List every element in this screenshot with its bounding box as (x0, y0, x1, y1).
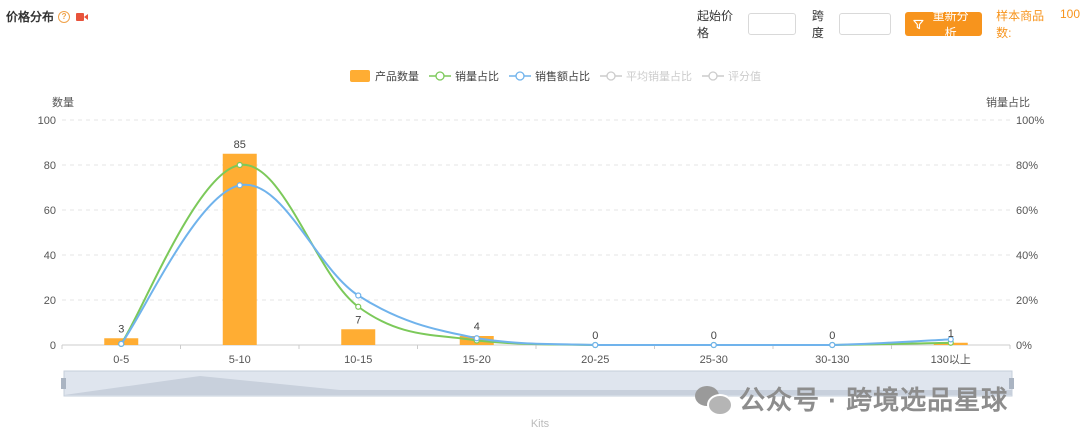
price-distribution-chart: 产品数量 销量占比 销售额占比 平均销量占比 评分值 0204060801000%20%… (38, 69, 1045, 430)
y2-tick-label: 20% (1016, 295, 1038, 307)
legend-marker (515, 71, 525, 81)
bar-value-label: 0 (711, 330, 717, 342)
y2-tick-label: 40% (1016, 250, 1038, 262)
legend-label: 销售额占比 (535, 69, 590, 83)
y-tick-label: 100 (38, 115, 56, 127)
x-tick-label: 130以上 (931, 353, 971, 366)
line-point (118, 340, 125, 347)
y-tick-label: 60 (44, 205, 56, 217)
y2-tick-label: 0% (1016, 340, 1032, 352)
chart-axes: 0204060801000%20%40%60%80%100%数量 销量占比0-5 5… (38, 95, 1045, 366)
bar-value-label: 0 (592, 330, 598, 342)
zoom-handle-right (1009, 378, 1014, 389)
y2-tick-label: 80% (1016, 160, 1038, 172)
zoom-handle-left (61, 378, 66, 389)
bar-10-15 (341, 329, 376, 345)
line-point (710, 341, 717, 349)
x-tick-label: 10-15 (344, 354, 372, 366)
bar-value-label: 4 (474, 321, 480, 333)
bar-value-label: 1 (948, 328, 954, 340)
bar-value-label: 3 (118, 323, 124, 335)
bar-value-label: 0 (829, 330, 835, 342)
x-tick-label: 20-25 (581, 354, 609, 366)
line-point (236, 182, 243, 189)
x-tick-label: 30-130 (815, 354, 849, 366)
line-point (355, 292, 362, 299)
line-point (355, 303, 362, 310)
watermark: 公众号 · 跨境选品星球 (695, 380, 1008, 417)
legend-swatch (350, 70, 370, 82)
y-axis-title: 数量 (52, 96, 74, 109)
x-tick-label: 5-10 (229, 354, 251, 366)
bar-series (104, 153, 968, 345)
legend-marker (708, 71, 718, 81)
y2-tick-label: 100% (1016, 115, 1044, 127)
legend-label: 产品数量 (375, 69, 419, 83)
bar-value-label: 85 (234, 139, 246, 151)
x-tick-label: 15-20 (463, 354, 491, 366)
line-point (592, 341, 599, 349)
wechat-icon (695, 384, 733, 416)
x-tick-label: 25-30 (700, 354, 728, 366)
y2-axis-title: 销量占比 (986, 95, 1030, 109)
legend-label: 销量占比 (455, 69, 499, 83)
line-point (473, 335, 480, 342)
line-point (829, 341, 836, 349)
legend-marker (435, 71, 445, 81)
line-point (236, 161, 243, 169)
y2-tick-label: 60% (1016, 205, 1038, 217)
legend-marker (606, 71, 616, 81)
x-axis-title: Kits (531, 418, 550, 430)
legend-label: 平均销量占比 (626, 69, 692, 83)
y-tick-label: 80 (44, 160, 56, 172)
y-tick-label: 40 (44, 250, 56, 262)
chart-gridlines (62, 119, 1010, 301)
x-tick-label: 0-5 (113, 354, 129, 366)
legend-label: 评分值 (728, 70, 761, 83)
y-tick-label: 20 (44, 295, 56, 307)
watermark-text: 公众号 · 跨境选品星球 (739, 385, 1009, 415)
bar-value-label: 7 (355, 314, 361, 326)
chart-legend: 产品数量 销量占比 销售额占比 平均销量占比 评分值 (350, 69, 761, 83)
y-tick-label: 0 (50, 340, 56, 352)
